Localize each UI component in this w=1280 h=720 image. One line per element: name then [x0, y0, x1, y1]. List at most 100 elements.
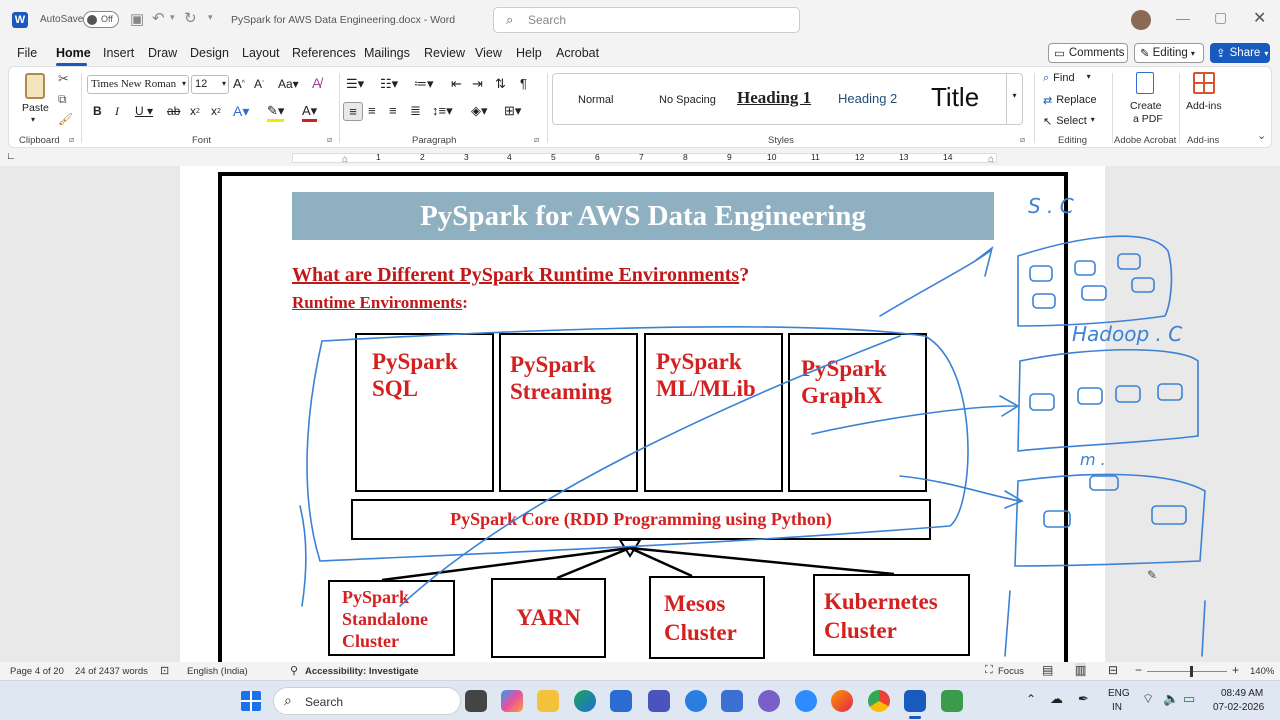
- web-layout-icon[interactable]: ⊟: [1108, 663, 1118, 677]
- multilevel-list-icon[interactable]: ≔▾: [414, 76, 434, 92]
- decrease-indent-icon[interactable]: ⇤: [451, 76, 462, 92]
- minimize-icon[interactable]: —: [1176, 10, 1190, 26]
- add-ins-label[interactable]: Add-ins: [1186, 100, 1222, 112]
- style-heading-2[interactable]: Heading 2: [838, 91, 897, 106]
- tab-layout[interactable]: Layout: [242, 46, 280, 60]
- autosave-toggle[interactable]: Off: [83, 11, 119, 28]
- zoom-level[interactable]: 140%: [1250, 666, 1274, 677]
- select-button[interactable]: ↖ Select ▾: [1043, 115, 1095, 128]
- save-icon[interactable]: ▣: [130, 10, 144, 28]
- grow-font-icon[interactable]: A ^: [233, 76, 245, 91]
- right-indent-icon[interactable]: ⌂: [988, 154, 994, 165]
- share-button[interactable]: ⇪ Share ▾: [1210, 43, 1270, 63]
- sync-app-icon[interactable]: [685, 690, 707, 712]
- accessibility-status[interactable]: Accessibility: Investigate: [305, 666, 419, 677]
- create-pdf-label-1[interactable]: Create: [1130, 100, 1162, 112]
- avatar[interactable]: [1131, 10, 1151, 30]
- dialog-launcher-icon[interactable]: ⧄: [1020, 135, 1025, 145]
- taskbar-search[interactable]: ⌕ Search: [273, 687, 461, 715]
- zoom-out-icon[interactable]: −: [1135, 663, 1142, 677]
- zoom-slider[interactable]: [1147, 666, 1227, 677]
- photos-icon[interactable]: [721, 690, 743, 712]
- volume-icon[interactable]: 🔈: [1163, 691, 1179, 707]
- proofing-icon[interactable]: ⊡: [160, 664, 169, 677]
- style-normal[interactable]: Normal: [578, 94, 613, 106]
- dialog-launcher-icon[interactable]: ⧄: [534, 135, 539, 145]
- firefox-icon[interactable]: [831, 690, 853, 712]
- redo-icon[interactable]: ↻: [184, 9, 197, 27]
- tab-insert[interactable]: Insert: [103, 46, 134, 60]
- lang-top[interactable]: ENG: [1108, 688, 1130, 699]
- battery-icon[interactable]: ▭: [1183, 691, 1195, 707]
- focus-label[interactable]: Focus: [998, 666, 1024, 677]
- pen-icon[interactable]: ✒: [1078, 691, 1089, 707]
- collapse-ribbon-icon[interactable]: ⌄: [1257, 129, 1266, 142]
- task-view-icon[interactable]: [465, 690, 487, 712]
- change-case-icon[interactable]: Aa▾: [278, 77, 299, 91]
- align-center-icon[interactable]: ≡: [368, 103, 376, 118]
- borders-icon[interactable]: ⊞▾: [504, 103, 521, 119]
- teams-icon[interactable]: [648, 690, 670, 712]
- increase-indent-icon[interactable]: ⇥: [472, 76, 483, 92]
- comments-button[interactable]: ▭ Comments: [1048, 43, 1128, 63]
- clock-time[interactable]: 08:49 AM: [1221, 688, 1263, 699]
- zoom-slider-thumb[interactable]: [1190, 666, 1193, 677]
- word-count[interactable]: 24 of 2437 words: [75, 666, 148, 677]
- copy-icon[interactable]: ⧉: [58, 92, 67, 107]
- store-icon[interactable]: [610, 690, 632, 712]
- tab-design[interactable]: Design: [190, 46, 229, 60]
- chrome-icon[interactable]: [868, 690, 890, 712]
- close-icon[interactable]: ✕: [1253, 8, 1266, 28]
- whiteboard-icon[interactable]: [941, 690, 963, 712]
- tab-draw[interactable]: Draw: [148, 46, 177, 60]
- copilot-icon[interactable]: [501, 690, 523, 712]
- underline-icon[interactable]: U ▾: [135, 104, 153, 118]
- indent-marker-icon[interactable]: ⌂: [342, 154, 348, 165]
- dialog-launcher-icon[interactable]: ⧄: [69, 135, 74, 145]
- numbering-icon[interactable]: ☷▾: [380, 76, 398, 92]
- add-ins-icon[interactable]: [1193, 72, 1215, 94]
- undo-icon[interactable]: ↶: [152, 9, 165, 27]
- print-layout-icon[interactable]: ▥: [1075, 663, 1087, 677]
- undo-dropdown-icon[interactable]: ▾: [170, 12, 175, 23]
- page-count[interactable]: Page 4 of 20: [10, 666, 64, 677]
- italic-icon[interactable]: I: [115, 104, 119, 119]
- highlight-icon[interactable]: ✎▾: [267, 103, 285, 122]
- tab-mailings[interactable]: Mailings: [364, 46, 410, 60]
- read-mode-icon[interactable]: ▤: [1042, 663, 1053, 677]
- tab-file[interactable]: File: [17, 46, 37, 60]
- create-pdf-icon[interactable]: [1136, 72, 1154, 94]
- subscript-icon[interactable]: x2: [190, 104, 200, 118]
- tab-help[interactable]: Help: [516, 46, 542, 60]
- align-right-icon[interactable]: ≡: [389, 103, 397, 118]
- paste-icon[interactable]: [25, 73, 45, 99]
- font-color-icon[interactable]: A▾: [302, 103, 318, 122]
- chevron-down-icon[interactable]: ▾: [31, 115, 35, 124]
- line-spacing-icon[interactable]: ↕≡▾: [432, 103, 453, 119]
- file-explorer-icon[interactable]: [537, 690, 559, 712]
- wifi-icon[interactable]: ⌔: [1142, 691, 1154, 707]
- superscript-icon[interactable]: x2: [211, 104, 221, 118]
- shading-icon[interactable]: ◈▾: [471, 103, 488, 119]
- accessibility-icon[interactable]: ⚲: [290, 664, 298, 677]
- create-pdf-label-2[interactable]: a PDF: [1133, 113, 1163, 125]
- replace-button[interactable]: ⇄ Replace: [1043, 94, 1097, 107]
- bullets-icon[interactable]: ☰▾: [346, 76, 364, 92]
- style-title[interactable]: Title: [931, 82, 979, 113]
- font-size-select[interactable]: 12 ▾: [191, 75, 229, 94]
- horizontal-ruler[interactable]: ∟ 1 2 3 4 5 6 7 8 9 10 11 12 13 14 15 ⌂ …: [0, 150, 1280, 166]
- search-box[interactable]: ⌕ Search: [493, 7, 800, 33]
- clock-date[interactable]: 07-02-2026: [1213, 702, 1264, 713]
- strikethrough-icon[interactable]: ab: [167, 104, 180, 118]
- sort-icon[interactable]: ⇅: [495, 76, 506, 92]
- tab-selector-icon[interactable]: ∟: [6, 151, 16, 162]
- paste-label[interactable]: Paste: [22, 102, 49, 114]
- editing-mode-button[interactable]: ✎ Editing ▾: [1134, 43, 1204, 63]
- cloud-icon[interactable]: ☁: [1050, 691, 1063, 707]
- zoom-in-icon[interactable]: +: [1232, 663, 1239, 677]
- font-family-select[interactable]: Times New Roman ▾: [87, 75, 189, 94]
- focus-icon[interactable]: ⛶: [985, 664, 993, 677]
- lang-bottom[interactable]: IN: [1112, 702, 1122, 713]
- find-button[interactable]: ⌕ Find ▾: [1043, 72, 1091, 85]
- tab-view[interactable]: View: [475, 46, 502, 60]
